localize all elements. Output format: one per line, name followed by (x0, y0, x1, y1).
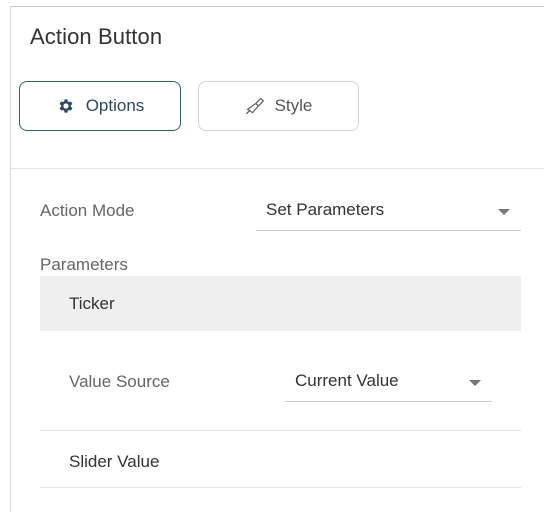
action-mode-label: Action Mode (40, 201, 135, 220)
parameters-label: Parameters (40, 255, 128, 274)
tab-options-label: Options (85, 96, 145, 115)
action-mode-select[interactable]: Set Parameters (256, 197, 521, 231)
parameter-row-ticker[interactable]: Ticker (40, 276, 521, 331)
slider-value-label: Slider Value (69, 452, 160, 471)
parameter-name: Ticker (69, 294, 115, 313)
tab-options[interactable]: Options (19, 81, 181, 131)
panel-title: Action Button (30, 24, 163, 49)
row-divider (40, 430, 521, 431)
value-source-select[interactable]: Current Value (285, 368, 492, 402)
tab-style[interactable]: Style (198, 81, 359, 131)
chevron-down-icon (469, 380, 481, 386)
gear-icon (56, 96, 76, 116)
value-source-value: Current Value (295, 371, 399, 390)
tab-style-label: Style (274, 96, 313, 115)
value-source-label: Value Source (69, 372, 170, 391)
header-divider (11, 168, 544, 169)
action-button-panel: Action Button Options Style Action Mode … (0, 0, 544, 512)
action-mode-value: Set Parameters (266, 200, 385, 219)
row-divider (40, 487, 521, 488)
paintbrush-icon (245, 96, 265, 116)
chevron-down-icon (498, 209, 510, 215)
